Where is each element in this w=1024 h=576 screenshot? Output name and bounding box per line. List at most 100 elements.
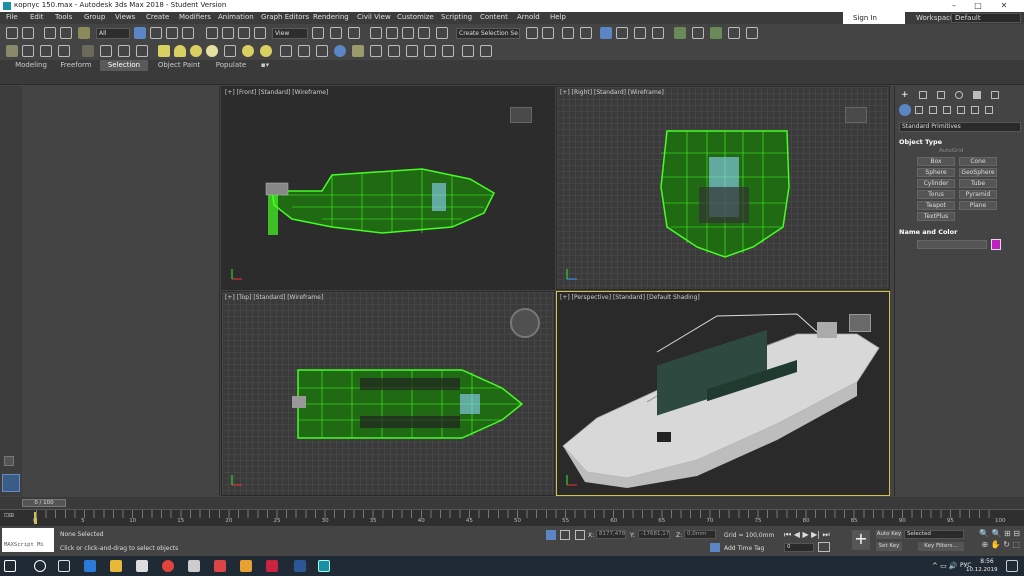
sphere-button[interactable]: Sphere [917,168,955,177]
geosphere-object-icon[interactable] [242,45,254,57]
viewport-layout-icon[interactable] [2,474,20,492]
menu-tools[interactable]: Tools [55,13,72,21]
rotate-icon[interactable] [222,27,234,39]
cylinder-object-icon[interactable] [206,45,218,57]
z-coordinate-field[interactable]: 0,0mm [684,530,716,539]
track-bar[interactable]: ⊡⊞ 0 5 10 15 20 25 30 35 40 45 50 55 60 65 70 75 80 85 90 9… [0,509,1024,526]
tools-icon[interactable] [388,45,400,57]
cylinder-button[interactable]: Cylinder [917,179,955,188]
brush-icon[interactable] [6,45,18,57]
snap-icon[interactable] [298,45,310,57]
keyboard-shortcut-icon[interactable] [348,27,360,39]
photoshop-icon[interactable] [266,560,278,572]
sign-in-button[interactable]: Sign In [843,12,905,24]
cone-button[interactable]: Cone [959,157,997,166]
menu-create[interactable]: Create [146,13,169,21]
helpers-icon[interactable] [370,45,382,57]
helpers-category-icon[interactable] [957,106,965,114]
menu-edit[interactable]: Edit [30,13,44,21]
redo-icon[interactable] [22,27,34,39]
set-key-icon[interactable]: + [852,530,870,550]
edit-named-selection-icon[interactable] [436,27,448,39]
teapot-button[interactable]: Teapot [917,201,955,210]
link-icon[interactable] [44,27,56,39]
tray-icons[interactable]: ^ ▭ 🔊 [932,562,958,570]
torus-object-icon[interactable] [260,45,272,57]
key-filters-button[interactable]: Key Filters... [918,542,964,551]
render-online-icon[interactable] [728,27,740,39]
layer-icon[interactable] [40,45,52,57]
window-crossing-icon[interactable] [182,27,194,39]
file-explorer-icon[interactable] [110,560,122,572]
x-coordinate-field[interactable]: 8177,478n [596,530,626,539]
tab-selection[interactable]: Selection [100,60,148,71]
systems-category-icon[interactable] [985,106,993,114]
time-tag-icon[interactable] [710,543,720,552]
spacewarps-category-icon[interactable] [971,106,979,114]
menu-customize[interactable]: Customize [397,13,434,21]
tab-populate[interactable]: Populate [208,60,254,71]
rectangle-selection-icon[interactable] [166,27,178,39]
display-tab-icon[interactable] [973,91,981,99]
close-button[interactable]: ✕ [994,0,1014,12]
scene-explorer-icon[interactable] [580,27,592,39]
mail-icon[interactable] [188,560,200,572]
menu-graph-editors[interactable]: Graph Editors [261,13,309,21]
primitive-category-dropdown[interactable]: Standard Primitives [899,122,1021,132]
move-icon[interactable] [206,27,218,39]
maxscript-listener[interactable]: MAXScript Mi [2,528,54,552]
menu-arnold[interactable]: Arnold [517,13,540,21]
y-coordinate-field[interactable]: -17681,17r [638,530,670,539]
object-name-input[interactable] [917,240,987,249]
layer-explorer-icon[interactable] [562,27,574,39]
geometry-icon[interactable] [352,45,364,57]
lights-icon[interactable] [316,45,328,57]
box-button[interactable]: Box [917,157,955,166]
name-and-color-header[interactable]: Name and Color [899,228,957,236]
shapes-category-icon[interactable] [915,106,923,114]
tube-button[interactable]: Tube [959,179,997,188]
edge-browser-icon[interactable] [84,560,96,572]
container-icon[interactable] [22,45,34,57]
taskbar-clock[interactable]: 8:56 [976,558,998,565]
3dsmax-taskbar-icon[interactable] [318,560,330,572]
key-mode-dropdown[interactable]: Selected [904,530,964,539]
select-object-icon[interactable] [134,27,146,39]
viewport-perspective[interactable]: [+] [Perspective] [Standard] [Default Sh… [556,291,890,496]
tab-object-paint[interactable]: Object Paint [150,60,208,71]
render-iterative-icon[interactable] [746,27,758,39]
help-icon[interactable] [480,45,492,57]
notifications-icon[interactable] [1006,560,1018,572]
utilities-tab-icon[interactable] [991,91,999,99]
time-slider[interactable]: 0 / 100 [0,497,1024,509]
geometry-category-icon[interactable] [899,104,911,116]
viewport-front[interactable]: [+] [Front] [Standard] [Wireframe] [221,86,555,290]
media-icon[interactable] [214,560,226,572]
select-manipulate-icon[interactable] [330,27,342,39]
hierarchy-tab-icon[interactable] [937,91,945,99]
workspace-dropdown[interactable]: Default [951,13,1021,23]
named-selection-dropdown[interactable]: Create Selection Se [456,28,520,39]
tab-freeform[interactable]: Freeform [54,60,98,71]
rendered-frame-icon[interactable] [692,27,704,39]
menu-group[interactable]: Group [84,13,105,21]
ribbon-toggle-icon[interactable] [600,27,612,39]
layer-add-icon[interactable] [58,45,70,57]
box-object-icon[interactable] [174,45,186,57]
scene-explorer-panel[interactable] [22,86,220,496]
pyramid-button[interactable]: Pyramid [959,190,997,199]
render-production-icon[interactable] [710,27,722,39]
scale-icon[interactable] [238,27,250,39]
menu-views[interactable]: Views [115,13,135,21]
bind-space-warp-icon[interactable] [78,27,90,39]
minimize-button[interactable]: – [944,0,964,12]
render-setup-icon[interactable] [674,27,686,39]
autogrid-checkbox[interactable]: AutoGrid [939,148,963,154]
mirror-icon[interactable] [526,27,538,39]
taskbar-date[interactable]: 10.12.2019 [966,567,998,573]
angle-snap-icon[interactable] [386,27,398,39]
create-tab-icon[interactable]: + [901,90,909,100]
spinner-snap-icon[interactable] [418,27,430,39]
systems-icon[interactable] [424,45,436,57]
textplus-button[interactable]: TextPlus [917,212,955,221]
